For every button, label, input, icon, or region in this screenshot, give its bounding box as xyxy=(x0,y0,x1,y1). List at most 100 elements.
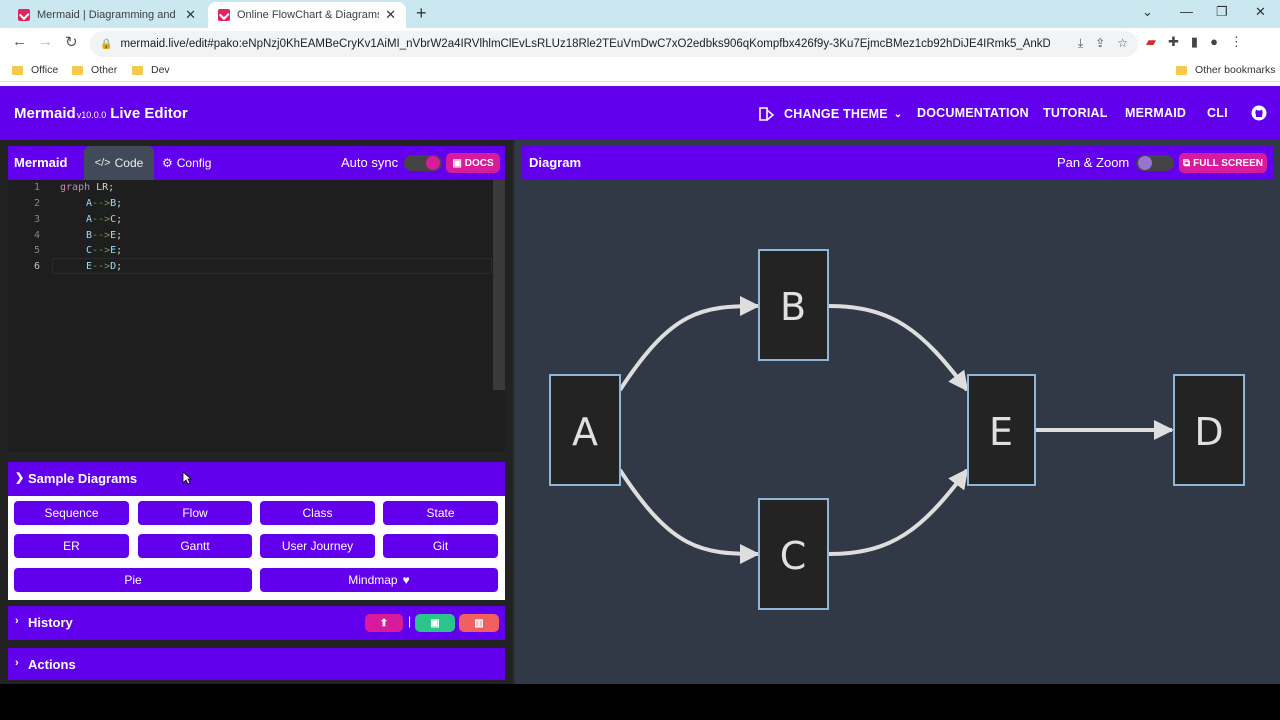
pdf-extension-icon[interactable]: ▰ xyxy=(1146,34,1156,50)
back-icon[interactable]: ← xyxy=(12,33,27,50)
brand[interactable]: Mermaid v10.0.0 Live Editor xyxy=(14,105,188,122)
sample-user-journey-button[interactable]: User Journey xyxy=(260,534,375,558)
chevron-down-icon: ⌄ xyxy=(893,108,903,120)
line-number: 5 xyxy=(33,245,40,256)
line-number: 3 xyxy=(33,214,40,225)
github-icon[interactable] xyxy=(1251,105,1267,121)
edge-b-e xyxy=(827,304,969,392)
reload-icon[interactable]: ↻ xyxy=(65,33,78,51)
install-icon[interactable]: ⤓ xyxy=(1078,36,1083,51)
save-icon: ▣ xyxy=(430,617,440,629)
tab-config[interactable]: ⚙ Config xyxy=(162,156,211,170)
browser-tab-live-editor[interactable]: Online FlowChart & Diagrams Ed ✕ xyxy=(208,2,406,28)
svg-text:E: E xyxy=(989,410,1013,454)
edge-c-e xyxy=(827,468,969,556)
trash-icon: ▥ xyxy=(474,617,484,629)
main-area: Mermaid </> Code ⚙ Config Auto sync ▣ DOCS xyxy=(0,140,1280,684)
sample-er-button[interactable]: ER xyxy=(14,534,129,558)
node-c[interactable]: C xyxy=(758,498,829,610)
menu-kebab-icon[interactable]: ⋮ xyxy=(1230,34,1243,50)
minimize-icon[interactable]: — xyxy=(1180,4,1193,19)
auto-sync-toggle[interactable] xyxy=(404,155,442,171)
pane-resizer[interactable] xyxy=(513,140,515,684)
nav-mermaid[interactable]: MERMAID xyxy=(1125,106,1186,120)
share-icon[interactable]: ⇪ xyxy=(1095,36,1105,51)
code-icon: </> xyxy=(94,157,111,169)
node-e[interactable]: E xyxy=(967,374,1036,486)
tab-search-icon[interactable]: ⌄ xyxy=(1142,4,1153,20)
nav-documentation[interactable]: DOCUMENTATION xyxy=(917,106,1029,120)
sample-diagrams-header[interactable]: ❯ Sample Diagrams xyxy=(8,462,505,496)
full-screen-button[interactable]: ⧉ FULL SCREEN xyxy=(1179,153,1267,173)
sample-class-button[interactable]: Class xyxy=(260,501,375,525)
sample-pie-button[interactable]: Pie xyxy=(14,568,252,592)
code-line: A-->C; xyxy=(86,214,123,225)
nav-tutorial[interactable]: TUTORIAL xyxy=(1043,106,1108,120)
line-number: 2 xyxy=(33,198,40,209)
address-bar[interactable]: 🔒 mermaid.live/edit#pako:eNpNzj0KhEAMBeC… xyxy=(90,31,1138,57)
browser-tab-title: Mermaid | Diagramming and cha xyxy=(37,9,179,21)
book-icon: ▣ xyxy=(452,157,462,169)
maximize-icon[interactable]: ❐ xyxy=(1216,4,1228,20)
lock-icon: 🔒 xyxy=(100,38,113,50)
sample-state-button[interactable]: State xyxy=(383,501,498,525)
node-b[interactable]: B xyxy=(758,249,829,361)
diagram-panel-header: Diagram Pan & Zoom ⧉ FULL SCREEN xyxy=(522,146,1273,180)
sample-gantt-button[interactable]: Gantt xyxy=(138,534,252,558)
sample-sequence-button[interactable]: Sequence xyxy=(14,501,129,525)
node-a[interactable]: A xyxy=(549,374,621,486)
line-number: 1 xyxy=(33,182,40,193)
pan-zoom-label: Pan & Zoom xyxy=(1057,155,1130,170)
mermaid-favicon-icon xyxy=(18,9,30,21)
bookmark-folder-other[interactable]: Other xyxy=(72,64,117,76)
extensions-puzzle-icon[interactable]: ✚ xyxy=(1168,34,1179,50)
close-tab-icon[interactable]: ✕ xyxy=(185,7,196,23)
auto-sync-label: Auto sync xyxy=(341,155,399,170)
docs-button[interactable]: ▣ DOCS xyxy=(446,153,500,173)
code-line: B-->E; xyxy=(86,230,123,241)
profile-avatar-icon[interactable]: ● xyxy=(1210,34,1218,50)
history-header[interactable]: › History ⬆ | ▣ ▥ xyxy=(8,606,505,640)
line-number: 6 xyxy=(33,261,40,272)
diagram-panel-title: Diagram xyxy=(529,155,582,170)
edge-a-c xyxy=(618,468,760,564)
sample-mindmap-button[interactable]: Mindmap ♥ xyxy=(260,568,498,592)
code-line: E-->D; xyxy=(86,261,123,272)
flowchart-diagram[interactable]: A B C E D xyxy=(522,180,1273,680)
new-tab-icon[interactable]: + xyxy=(416,3,427,24)
svg-text:B: B xyxy=(780,285,806,329)
delete-button[interactable]: ▥ xyxy=(459,614,499,632)
tab-code[interactable]: </> Code xyxy=(84,146,154,180)
forward-icon[interactable]: → xyxy=(38,33,53,50)
bookmark-folder-office[interactable]: Office xyxy=(12,64,58,76)
sample-flow-button[interactable]: Flow xyxy=(138,501,252,525)
mouse-cursor-icon xyxy=(182,471,192,485)
node-d[interactable]: D xyxy=(1173,374,1245,486)
nav-cli[interactable]: CLI xyxy=(1207,106,1228,120)
actions-header[interactable]: › Actions xyxy=(8,648,505,680)
window-close-icon[interactable]: ✕ xyxy=(1255,4,1266,20)
browser-toolbar: ← → ↻ 🔒 mermaid.live/edit#pako:eNpNzj0Kh… xyxy=(0,28,1280,60)
sample-git-button[interactable]: Git xyxy=(383,534,498,558)
pan-zoom-toggle[interactable] xyxy=(1136,155,1174,171)
app-header: Mermaid v10.0.0 Live Editor CHANGE THEME… xyxy=(0,86,1280,140)
change-theme-button[interactable]: CHANGE THEME ⌄ xyxy=(758,106,902,122)
upload-button[interactable]: ⬆ xyxy=(365,614,403,632)
other-bookmarks[interactable]: Other bookmarks xyxy=(1176,64,1276,76)
save-button[interactable]: ▣ xyxy=(415,614,455,632)
browser-tab-mermaid-docs[interactable]: Mermaid | Diagramming and cha ✕ xyxy=(8,2,206,28)
code-line: A-->B; xyxy=(86,198,123,209)
browser-window: Mermaid | Diagramming and cha ✕ Online F… xyxy=(0,0,1280,684)
close-tab-icon[interactable]: ✕ xyxy=(385,7,396,23)
editor-scrollbar[interactable] xyxy=(493,180,505,390)
url-text: mermaid.live/edit#pako:eNpNzj0KhEAMBeCry… xyxy=(120,38,1051,50)
heart-icon: ♥ xyxy=(402,573,410,587)
chevron-right-icon: › xyxy=(15,615,19,627)
folder-icon xyxy=(1176,65,1187,75)
side-panel-icon[interactable]: ▮ xyxy=(1191,34,1198,50)
bookmark-star-icon[interactable]: ☆ xyxy=(1117,36,1128,51)
bookmark-folder-dev[interactable]: Dev xyxy=(132,64,170,76)
folder-icon xyxy=(132,65,143,75)
code-editor[interactable]: 1 2 3 4 5 6 graph LR; A-->B; A-->C; B-->… xyxy=(8,180,505,452)
code-line: C-->E; xyxy=(86,245,123,256)
